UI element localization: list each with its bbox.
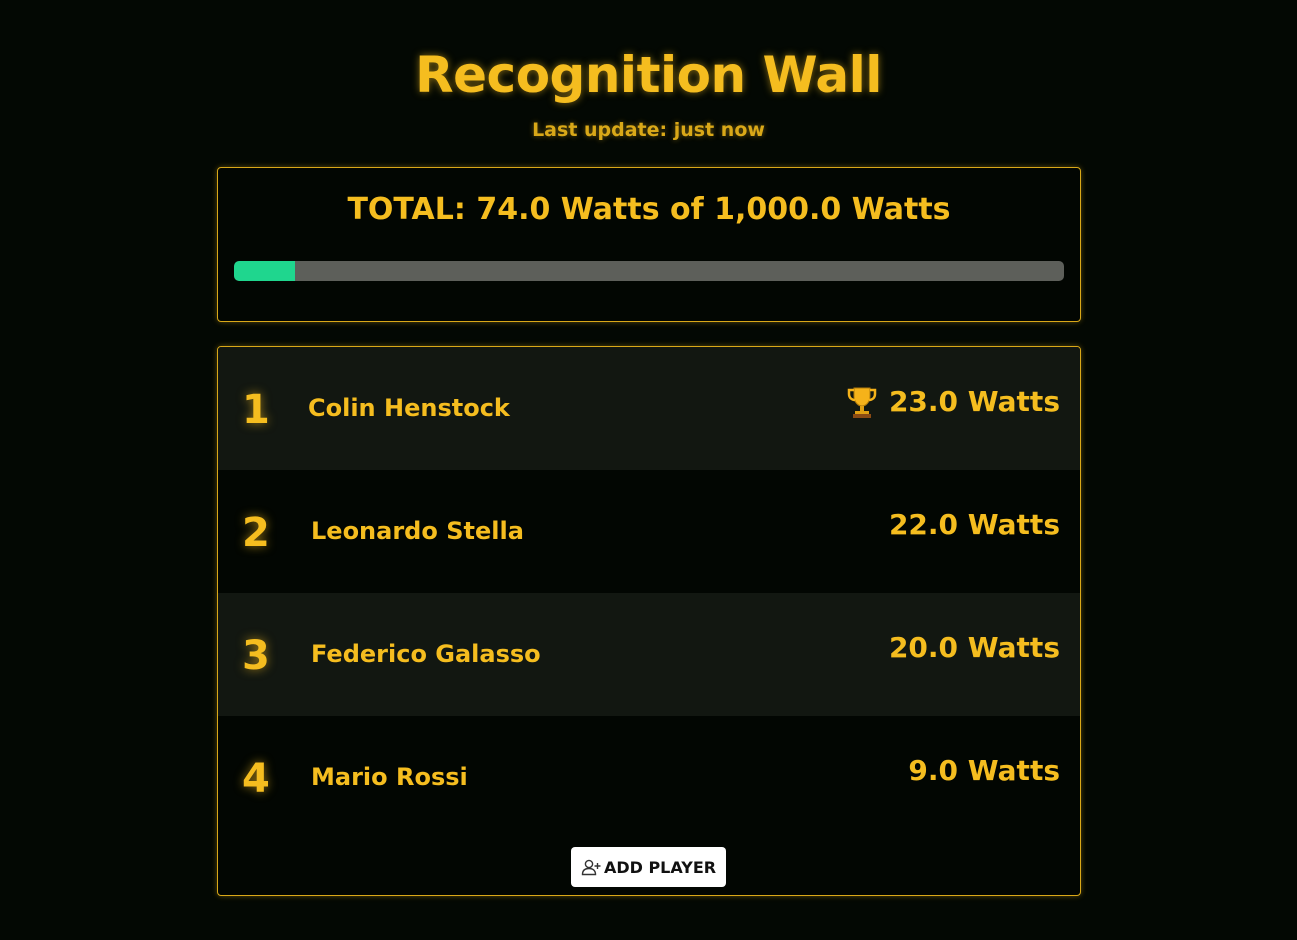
score-value: 9.0 Watts <box>908 754 1060 787</box>
rank-number: 1 <box>242 387 270 433</box>
player-name: Mario Rossi <box>311 763 468 791</box>
leaderboard-row: 1 Colin Henstock 23.0 Watts <box>218 347 1080 470</box>
add-user-icon <box>581 859 601 876</box>
rank-number: 3 <box>242 633 270 679</box>
score-value: 20.0 Watts <box>888 631 1060 664</box>
leaderboard-row: 3 Federico Galasso 20.0 Watts <box>218 593 1080 716</box>
player-name: Colin Henstock <box>308 394 510 422</box>
recognition-wall-page: Recognition Wall Last update: just now T… <box>0 0 1297 940</box>
player-score: 23.0 Watts <box>847 383 1060 421</box>
score-value: 23.0 Watts <box>888 385 1060 418</box>
add-player-button[interactable]: ADD PLAYER <box>571 847 726 887</box>
leaderboard-row: 2 Leonardo Stella 22.0 Watts <box>218 470 1080 593</box>
player-score: 20.0 Watts <box>889 629 1060 667</box>
rank-number: 2 <box>242 510 270 556</box>
total-card: TOTAL: 74.0 Watts of 1,000.0 Watts <box>217 167 1081 322</box>
last-update-text: Last update: just now <box>532 119 765 141</box>
score-value: 22.0 Watts <box>888 508 1060 541</box>
total-summary: TOTAL: 74.0 Watts of 1,000.0 Watts <box>347 192 951 227</box>
player-name: Leonardo Stella <box>311 517 524 545</box>
trophy-icon <box>847 385 877 419</box>
player-name: Federico Galasso <box>311 640 541 668</box>
page-title: Recognition Wall <box>415 46 882 104</box>
progress-bar <box>234 261 1064 281</box>
leaderboard: 1 Colin Henstock 23.0 Watts 2 Leonardo S… <box>217 346 1081 896</box>
progress-fill <box>234 261 296 281</box>
player-score: 9.0 Watts <box>908 752 1060 790</box>
add-player-label: ADD PLAYER <box>603 857 717 877</box>
player-score: 22.0 Watts <box>889 506 1060 544</box>
leaderboard-row: 4 Mario Rossi 9.0 Watts <box>218 716 1080 847</box>
rank-number: 4 <box>242 756 270 802</box>
